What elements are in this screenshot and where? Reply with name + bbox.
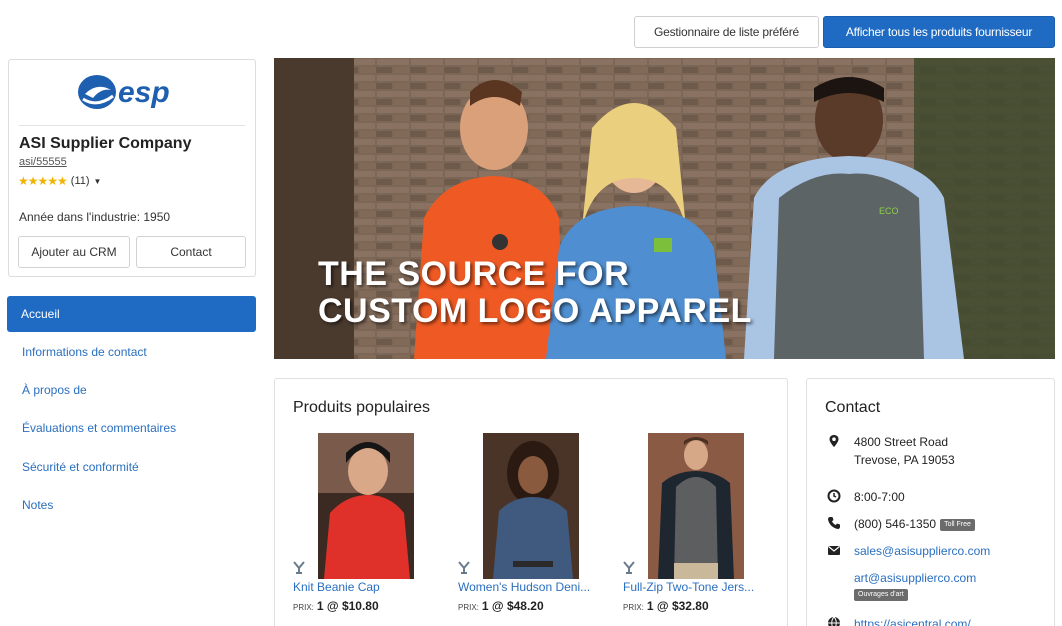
supplier-card: esp ASI Supplier Company asi/55555 ★★★★★… <box>8 59 256 277</box>
add-to-crm-button[interactable]: Ajouter au CRM <box>18 236 130 268</box>
favorites-list-button[interactable]: Gestionnaire de liste préféré <box>634 16 819 48</box>
map-pin-icon <box>829 435 839 447</box>
art-email-link[interactable]: art@asisupplierco.com <box>854 569 990 587</box>
website: https://asicentral.com/ <box>827 615 971 626</box>
vendor-icon <box>623 561 635 574</box>
website-link[interactable]: https://asicentral.com/ <box>854 615 971 626</box>
phone-value[interactable]: (800) 546-1350 <box>854 517 936 531</box>
product-name-link[interactable]: Women's Hudson Deni... <box>458 580 613 594</box>
product-image[interactable] <box>483 433 579 579</box>
industry-year: Année dans l'industrie: 1950 <box>19 210 171 224</box>
rating-count: (11) <box>70 175 90 187</box>
view-all-products-button[interactable]: Afficher tous les produits fournisseur <box>823 16 1055 48</box>
panel-title: Contact <box>825 399 881 416</box>
star-rating-icon: ★★★★★ <box>18 174 68 188</box>
toll-free-badge: Toll Free <box>940 519 975 531</box>
company-name: ASI Supplier Company <box>19 135 192 152</box>
product-name-link[interactable]: Full-Zip Two-Tone Jers... <box>623 580 778 594</box>
price-value: 1 @ $48.20 <box>481 599 544 613</box>
nav-item-about[interactable]: À propos de <box>22 383 87 397</box>
nav-item-safety[interactable]: Sécurité et conformité <box>22 460 139 474</box>
vendor-icon <box>458 561 470 574</box>
envelope-icon <box>828 546 840 555</box>
address-line-1: 4800 Street Road <box>854 435 949 449</box>
address: 4800 Street Road Trevose, PA 19053 <box>827 433 955 469</box>
price-value: 1 @ $10.80 <box>316 599 379 613</box>
popular-products-panel: Produits populaires Knit Beanie Cap PRIX… <box>274 378 788 626</box>
hours-text: 8:00-7:00 <box>854 490 905 504</box>
rating[interactable]: ★★★★★ (11) ▼ <box>18 174 101 188</box>
product-image[interactable] <box>648 433 744 579</box>
caret-down-icon[interactable]: ▼ <box>94 177 102 186</box>
nav-item-reviews[interactable]: Évaluations et commentaires <box>22 421 176 435</box>
contact-button[interactable]: Contact <box>136 236 246 268</box>
banner-headline: THE SOURCE FOR CUSTOM LOGO APPAREL <box>318 256 752 330</box>
artwork-badge: Ouvrages d'art <box>854 589 908 601</box>
svg-text:ECO: ECO <box>879 206 899 216</box>
product-price: PRIX: 1 @ $48.20 <box>458 599 544 613</box>
contact-panel: Contact 4800 Street Road Trevose, PA 190… <box>806 378 1055 626</box>
nav-item-notes[interactable]: Notes <box>22 498 53 512</box>
address-line-2: Trevose, PA 19053 <box>854 453 955 467</box>
price-value: 1 @ $32.80 <box>646 599 709 613</box>
asi-number-link[interactable]: asi/55555 <box>19 156 67 168</box>
product-price: PRIX: 1 @ $32.80 <box>623 599 709 613</box>
vendor-icon <box>293 561 305 574</box>
nav-item-home[interactable]: Accueil <box>7 296 256 332</box>
product-price: PRIX: 1 @ $10.80 <box>293 599 379 613</box>
banner-headline-line-1: THE SOURCE FOR <box>318 255 630 293</box>
price-label: PRIX: <box>623 603 644 612</box>
price-label: PRIX: <box>293 603 314 612</box>
panel-title: Produits populaires <box>293 399 430 416</box>
esp-logo: esp <box>78 75 170 109</box>
logo-text: esp <box>118 76 170 109</box>
clock-icon <box>827 489 841 503</box>
hero-banner: ECO THE SOURCE FOR CUSTOM LOGO APPAREL <box>274 58 1055 359</box>
sales-email-link[interactable]: sales@asisupplierco.com <box>854 542 990 560</box>
product-image[interactable] <box>318 433 414 579</box>
price-label: PRIX: <box>458 603 479 612</box>
banner-headline-line-2: CUSTOM LOGO APPAREL <box>318 292 752 330</box>
phone: (800) 546-1350 Toll Free <box>827 515 975 533</box>
hours: 8:00-7:00 <box>827 488 905 506</box>
divider <box>19 125 245 126</box>
globe-icon <box>828 616 840 626</box>
product-name-link[interactable]: Knit Beanie Cap <box>293 580 448 594</box>
email: sales@asisupplierco.com art@asisupplierc… <box>827 542 990 601</box>
phone-number[interactable]: (800) 546-1350 Toll Free <box>854 515 975 533</box>
nav-item-contact-info[interactable]: Informations de contact <box>22 345 147 359</box>
phone-icon <box>828 517 840 529</box>
